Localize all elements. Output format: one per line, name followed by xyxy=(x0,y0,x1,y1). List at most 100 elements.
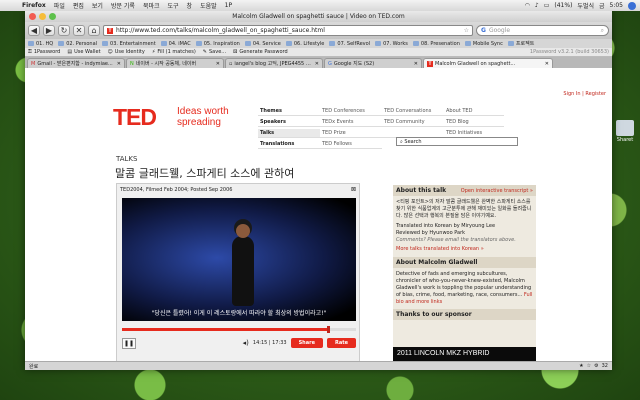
input-language[interactable]: 두벌식 xyxy=(577,1,594,10)
nav-ted-fellows[interactable]: TED Fellows xyxy=(320,140,382,149)
talk-title: 말콤 글래드웰, 스파게티 소스에 관하여 xyxy=(115,167,295,180)
menu-bookmarks[interactable]: 북마크 xyxy=(139,1,164,10)
talk-meta: TED2004, Filmed Feb 2004; Posted Sep 200… xyxy=(120,187,233,193)
ted-logo[interactable]: TED xyxy=(113,104,157,131)
menu-tools[interactable]: 도구 xyxy=(164,1,183,10)
nav-tedx-events[interactable]: TEDx Events xyxy=(320,118,382,127)
key-icon: ⚿ xyxy=(28,49,32,55)
bookmark-folder[interactable]: 08. Presenation xyxy=(412,41,460,47)
forward-button[interactable]: ▶ xyxy=(43,25,55,36)
battery-percent: (41%) xyxy=(554,2,573,9)
nav-about-ted[interactable]: About TED xyxy=(444,107,504,116)
volume-icon[interactable]: ◂) xyxy=(243,339,249,347)
star-icon[interactable]: ☆ xyxy=(587,363,591,369)
menu-1password[interactable]: 1P xyxy=(221,2,236,9)
time-readout: 14:15 | 17:33 xyxy=(252,340,287,346)
nav-ted-conversations[interactable]: TED Conversations xyxy=(382,107,444,116)
desktop-icon-share[interactable]: Sharet xyxy=(614,120,636,143)
popout-icon[interactable]: ⊠ xyxy=(351,186,356,193)
url-text: http://www.ted.com/talks/malcolm_gladwel… xyxy=(116,27,325,34)
rate-button[interactable]: Rate xyxy=(326,338,356,348)
close-tab-icon[interactable]: ✕ xyxy=(315,61,319,67)
search-icon[interactable]: ⌕ xyxy=(601,27,604,35)
section-label: TALKS xyxy=(116,155,138,163)
tab-naver[interactable]: N 네이버 - 시작 공동체, 네이버 ✕ xyxy=(126,58,224,68)
bookmark-folder[interactable]: Mobile Sync xyxy=(464,41,503,47)
nav-speakers[interactable]: Speakers xyxy=(258,118,320,127)
reload-button[interactable]: ↻ xyxy=(58,25,70,36)
nav-ted-blog[interactable]: TED Blog xyxy=(444,118,504,127)
nav-talks[interactable]: Talks xyxy=(258,129,320,138)
progress-bar[interactable] xyxy=(122,326,356,333)
1password-button[interactable]: ⚿ 1Password xyxy=(28,49,60,55)
battery-icon[interactable]: ▭ xyxy=(544,2,550,9)
bookmark-star-icon[interactable]: ☆ xyxy=(464,27,469,34)
menu-file[interactable]: 파일 xyxy=(50,1,69,10)
clock-time[interactable]: 5:05 xyxy=(610,2,623,9)
menu-edit[interactable]: 편집 xyxy=(69,1,88,10)
translator-line[interactable]: Translated into Korean by Miryoung Lee xyxy=(393,223,536,230)
bookmark-folder[interactable]: 06. Lifestyle xyxy=(285,41,324,47)
ted-favicon: T xyxy=(107,27,113,34)
spotlight-icon[interactable] xyxy=(628,1,636,10)
tab-google-maps[interactable]: G Google 지도 (S2) ✕ xyxy=(324,58,422,68)
speaker-bio: Detective of fads and emerging subcultur… xyxy=(393,268,536,309)
window-title: Malcolm Gladwell on spaghetti sauce | Vi… xyxy=(232,13,405,20)
more-translated-link[interactable]: More talks translated into Korean » xyxy=(393,246,536,253)
bookmark-folder[interactable]: 프로젝트 xyxy=(507,40,534,47)
folder-icon xyxy=(507,41,514,46)
home-button[interactable]: ⌂ xyxy=(88,25,100,36)
wifi-icon[interactable]: ◠ xyxy=(525,2,530,9)
interactive-transcript-link[interactable]: Open interactive transcript » xyxy=(461,188,533,194)
bookmark-folder[interactable]: 07. SelfRevol xyxy=(329,41,370,47)
reviewer-line[interactable]: Reviewed by Hyunwoo Park xyxy=(393,230,536,237)
bookmark-folder[interactable]: 01. HQ xyxy=(28,41,53,47)
speaker-title: About Malcolm Gladwell xyxy=(396,259,478,266)
bookmark-folder[interactable]: 05. Inspiration xyxy=(195,41,240,47)
sponsor-ad[interactable]: 2011 LINCOLN MKZ HYBRID xyxy=(393,347,536,361)
close-tab-icon[interactable]: ✕ xyxy=(545,61,549,67)
bookmark-folder[interactable]: 02. Personal xyxy=(58,41,97,47)
pause-button[interactable]: ❚❚ xyxy=(122,337,136,349)
bookmark-folder[interactable]: 04. Service xyxy=(244,41,281,47)
save-button[interactable]: ✎ Save... xyxy=(203,49,226,55)
fill-button[interactable]: ⚡ Fill (1 matches) xyxy=(152,49,196,55)
menu-view[interactable]: 보기 xyxy=(88,1,107,10)
tab-gmail[interactable]: M Gmail - 받은편지함 - indymiae... ✕ xyxy=(27,58,125,68)
use-wallet-button[interactable]: ▤ Use Wallet xyxy=(67,49,100,55)
nav-ted-prize[interactable]: TED Prize xyxy=(320,129,382,138)
nav-translations[interactable]: Translations xyxy=(258,140,320,149)
menu-help[interactable]: 도움말 xyxy=(196,1,221,10)
close-tab-icon[interactable]: ✕ xyxy=(414,61,418,67)
video-frame[interactable]: "당신은 틀렸어! 이게 이 레스토랑에서 따라야 할 최상의 방법이라고!" xyxy=(122,198,356,321)
search-box[interactable]: G Google ⌕ xyxy=(476,25,609,36)
back-button[interactable]: ◀ xyxy=(28,25,40,36)
page-icon: ▫ xyxy=(229,60,233,67)
sign-in-register-link[interactable]: Sign In | Register xyxy=(563,91,606,97)
address-bar[interactable]: T http://www.ted.com/talks/malcolm_gladw… xyxy=(103,25,473,36)
generate-password-button[interactable]: ⚄ Generate Password xyxy=(233,49,288,55)
menu-app-name[interactable]: Firefox xyxy=(18,2,50,9)
close-tab-icon[interactable]: ✕ xyxy=(117,61,121,67)
ted-search-input[interactable]: ⌕ Search xyxy=(396,137,518,146)
close-tab-icon[interactable]: ✕ xyxy=(216,61,220,67)
volume-icon[interactable]: ♪ xyxy=(535,2,539,9)
use-identity-button[interactable]: ☺ Use Identity xyxy=(108,49,145,55)
sponsor-title: Thanks to our sponsor xyxy=(396,311,472,318)
nav-ted-community[interactable]: TED Community xyxy=(382,118,444,127)
nav-ted-conferences[interactable]: TED Conferences xyxy=(320,107,382,116)
nav-themes[interactable]: Themes xyxy=(258,107,320,116)
gear-icon[interactable]: ⚙ xyxy=(594,363,598,369)
tab-ted[interactable]: T Malcolm Gladwell on spaghett... ✕ xyxy=(423,58,553,68)
share-button[interactable]: Share xyxy=(290,338,323,348)
bookmark-folder[interactable]: 04. iMAC xyxy=(160,41,191,47)
bookmark-folder[interactable]: 07. Works xyxy=(375,41,408,47)
player-controls: ❚❚ ◂) 14:15 | 17:33 Share Rate xyxy=(122,336,356,350)
star-icon[interactable]: ★ xyxy=(579,363,583,369)
tab-blog[interactable]: ▫ iangel's blog 고딕, JPEG4455 파일 ✕ xyxy=(225,58,323,68)
menu-history[interactable]: 방문 기록 xyxy=(107,1,139,10)
progress-handle[interactable] xyxy=(326,326,330,333)
stop-button[interactable]: ✕ xyxy=(73,25,85,36)
menu-window[interactable]: 창 xyxy=(183,1,197,10)
bookmark-folder[interactable]: 03. Entertainment xyxy=(102,41,156,47)
